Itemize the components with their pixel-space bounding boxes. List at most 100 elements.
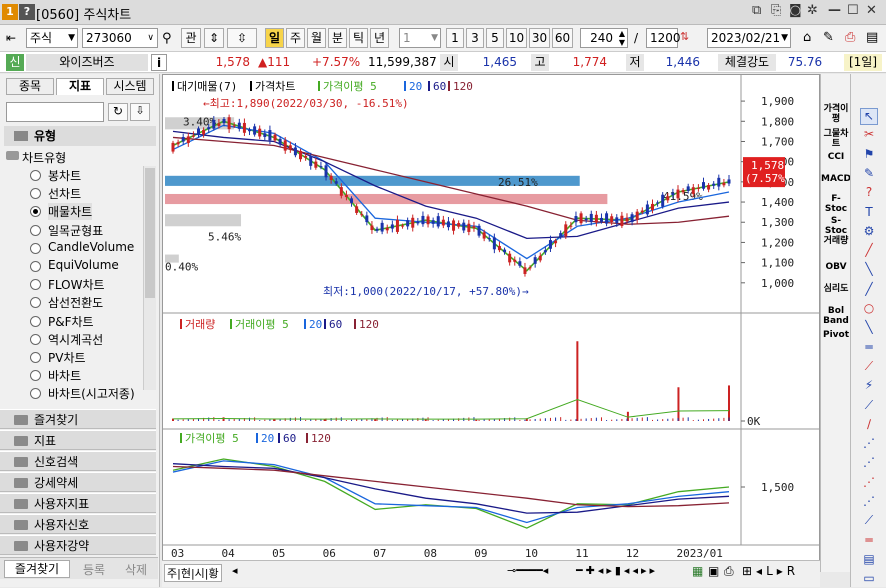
drawing-tool-icon[interactable]: ⋰ — [860, 436, 878, 453]
period-day[interactable]: 일 — [265, 28, 284, 48]
max-bars-input[interactable]: 1200 — [646, 28, 681, 48]
indicator-shortcut[interactable]: 그물차트 — [821, 129, 851, 149]
drawing-tool-icon[interactable]: ○ — [860, 301, 878, 318]
drawing-tool-icon[interactable]: ⟋ — [860, 359, 878, 376]
indicator-shortcut[interactable]: S-Stoc — [821, 216, 851, 236]
prev-icon[interactable]: ⇤ — [6, 31, 16, 45]
tab-indicators[interactable]: 지표 — [56, 78, 104, 95]
drawing-tool-icon[interactable]: ∕ — [860, 417, 878, 434]
print-icon[interactable]: ⎙ — [845, 30, 855, 45]
folder-item[interactable]: 사용자신호 — [0, 514, 156, 534]
camera-icon[interactable]: ◙ — [789, 3, 802, 18]
indicator-shortcut[interactable]: CCI — [821, 152, 851, 162]
excel-icon[interactable]: ▦ — [692, 564, 703, 578]
arrows-icon[interactable]: ⇅ — [680, 30, 689, 43]
section-type[interactable]: 유형 — [4, 126, 156, 146]
indicator-shortcut[interactable]: F-Stoc — [821, 194, 851, 214]
bars-stepper[interactable]: 240 ▲ ▼ — [580, 28, 628, 48]
period-minute[interactable]: 분 — [328, 28, 347, 48]
zoom-slider[interactable]: ⊸━━━━◂ — [507, 564, 573, 582]
code-input[interactable]: 273060 ∨ — [82, 28, 158, 48]
folder-item[interactable]: 사용자강약 — [0, 535, 156, 555]
folder-item[interactable]: 즐겨찾기 — [0, 409, 156, 429]
drawing-tool-icon[interactable]: ⟋ — [860, 513, 878, 530]
radio-chart-type[interactable] — [30, 206, 41, 218]
drawing-tool-icon[interactable]: T — [860, 205, 878, 222]
drawing-tool-icon[interactable]: ⟋ — [860, 398, 878, 415]
radio-chart-type[interactable] — [30, 388, 41, 400]
indicator-shortcut[interactable]: Pivot — [821, 330, 851, 340]
drawing-tool-icon[interactable]: ╱ — [860, 282, 878, 299]
chart-type-item[interactable]: FLOW차트 — [48, 276, 105, 293]
period-week[interactable]: 주 — [286, 28, 305, 48]
drawing-tool-icon[interactable]: ╲ — [860, 262, 878, 279]
indicator-shortcut[interactable]: OBV — [821, 262, 851, 272]
edit-icon[interactable]: ✎ — [823, 30, 834, 45]
drawing-tool-icon[interactable]: ╲ — [860, 320, 878, 337]
tree-root[interactable]: 차트유형 — [6, 149, 66, 166]
radio-chart-type[interactable] — [30, 370, 41, 382]
chart-area[interactable]: 1,9001,8001,7001,6001,5001,4001,3001,200… — [162, 74, 820, 572]
radio-chart-type[interactable] — [30, 297, 41, 309]
radio-chart-type[interactable] — [30, 352, 41, 363]
tab-systems[interactable]: 시스템 — [106, 78, 154, 95]
indicator-shortcut[interactable]: 심리도 — [821, 284, 851, 294]
help-icon[interactable]: ? — [19, 4, 35, 20]
sync-icon[interactable]: ⇕ — [204, 28, 224, 48]
indicator-search-input[interactable] — [6, 102, 104, 122]
drawing-tool-icon[interactable]: ? — [860, 185, 878, 202]
chart-type-item[interactable]: 바차트 — [48, 367, 81, 384]
updown-icon[interactable]: ⇳ — [227, 28, 257, 48]
date-select[interactable]: 2023/02/21 ▼ — [707, 28, 791, 48]
drawing-tool-icon[interactable]: ⋰ — [860, 455, 878, 472]
nav-controls[interactable]: ━✚◂▸▮◂◂▸▸ — [576, 564, 658, 577]
scroll-left-icon[interactable]: ◂ — [232, 564, 238, 577]
drawing-tool-icon[interactable]: ⋰ — [860, 475, 878, 492]
folder-item[interactable]: 사용자지표 — [0, 493, 156, 513]
interval-3[interactable]: 3 — [466, 28, 484, 48]
refresh-icon[interactable]: ↻ — [108, 103, 128, 121]
copy-icon[interactable]: ⎘ — [771, 3, 781, 18]
interval-10[interactable]: 10 — [506, 28, 527, 48]
radio-chart-type[interactable] — [30, 170, 41, 181]
indicator-shortcut[interactable]: 가격이평 — [821, 104, 851, 124]
market-select[interactable]: 주식 ▼ — [26, 28, 78, 48]
drawing-tool-icon[interactable]: ⚑ — [860, 147, 878, 164]
chart-type-item[interactable]: EquiVolume — [48, 258, 119, 272]
indicator-shortcut[interactable]: MACD — [821, 174, 851, 184]
save-icon[interactable]: ▤ — [866, 30, 878, 45]
nav-week-month-year[interactable]: 주|현|시|황 — [164, 564, 222, 582]
folder-item[interactable]: 신호검색 — [0, 451, 156, 471]
chart-type-item[interactable]: 삼선전환도 — [48, 294, 103, 311]
drawing-tool-icon[interactable]: ⋰ — [860, 494, 878, 511]
period-year[interactable]: 년 — [370, 28, 389, 48]
folder-item[interactable]: 강세약세 — [0, 472, 156, 492]
chart-type-item[interactable]: 봉차트 — [48, 167, 81, 184]
register-button[interactable]: 등록 — [74, 561, 114, 578]
drawing-tool-icon[interactable]: ⚡ — [860, 378, 878, 395]
search-icon[interactable]: ⚲ — [162, 31, 172, 46]
chart-type-item[interactable]: P&F차트 — [48, 313, 94, 330]
chart-nav-arrows[interactable]: ⊞◂L▸R — [742, 564, 799, 578]
drawing-tool-icon[interactable]: ═ — [860, 533, 878, 550]
indicator-shortcut[interactable]: Bol Band — [821, 306, 851, 326]
close-icon[interactable]: ✕ — [866, 3, 877, 18]
minimize-icon[interactable]: — — [828, 3, 841, 18]
drawing-tool-icon[interactable]: ═ — [860, 340, 878, 357]
period-tick[interactable]: 틱 — [349, 28, 368, 48]
chart-type-item[interactable]: 바차트(시고저종) — [48, 385, 135, 402]
delete-button[interactable]: 삭제 — [116, 561, 156, 578]
indicator-shortcut[interactable]: 거래량 — [821, 236, 851, 246]
relation-button[interactable]: 관 — [181, 28, 201, 48]
chart-type-item[interactable]: 선차트 — [48, 185, 81, 202]
print-chart-icon[interactable]: ⎙ — [724, 564, 734, 579]
drawing-tool-icon[interactable]: ✎ — [860, 166, 878, 183]
info-button[interactable]: i — [151, 54, 167, 71]
save-chart-icon[interactable]: ▣ — [708, 564, 719, 578]
period-month[interactable]: 월 — [307, 28, 326, 48]
tree-scrollbar[interactable] — [143, 166, 156, 390]
drawing-tool-icon[interactable]: ↖ — [860, 108, 878, 125]
drawing-tool-icon[interactable]: ╱ — [860, 243, 878, 260]
building-icon[interactable]: ⌂ — [803, 30, 811, 45]
maximize-icon[interactable]: ☐ — [847, 3, 859, 18]
